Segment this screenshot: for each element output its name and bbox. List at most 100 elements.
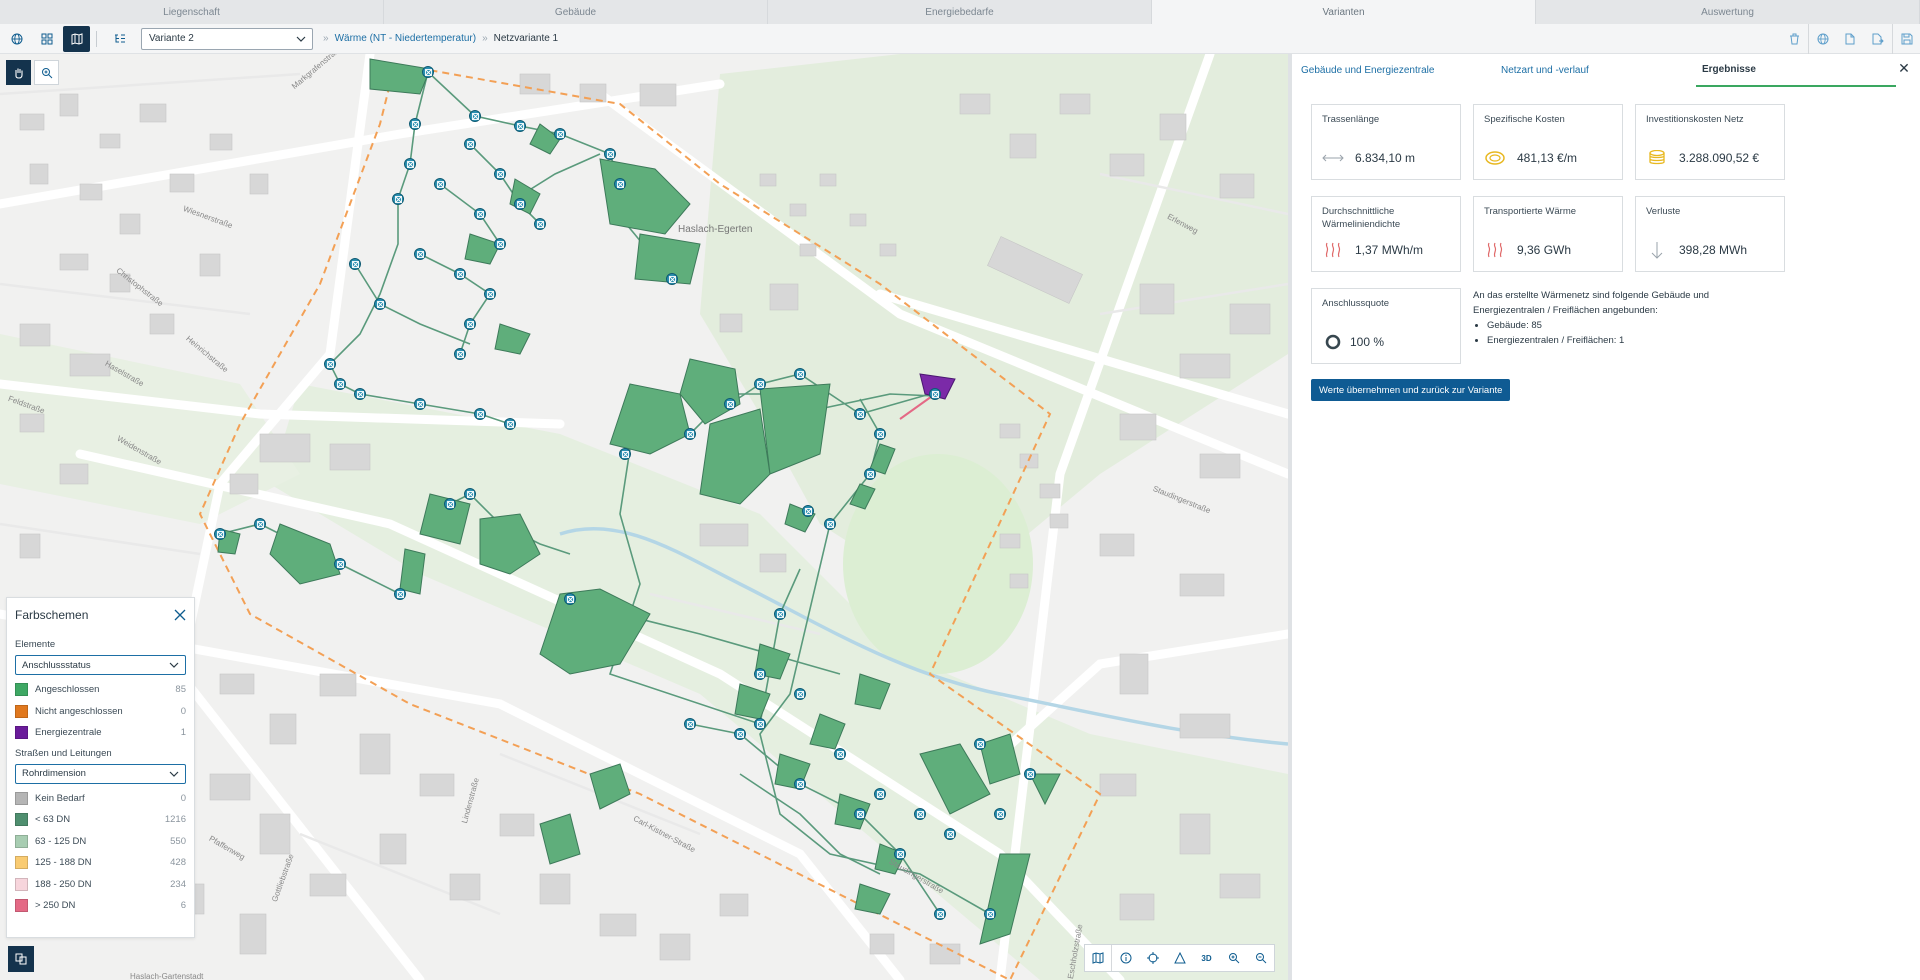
building-connection-icon[interactable] — [514, 198, 526, 210]
info-button[interactable] — [1112, 945, 1139, 971]
building-connection-icon[interactable] — [374, 298, 386, 310]
building-connection-icon[interactable] — [494, 238, 506, 250]
breadcrumb-heat-link[interactable]: Wärme (NT - Niedertemperatur) — [335, 33, 477, 44]
building-connection-icon[interactable] — [454, 348, 466, 360]
tab-energiebedarfe[interactable]: Energiebedarfe — [768, 0, 1152, 24]
building-connection-icon[interactable] — [834, 748, 846, 760]
building-connection-icon[interactable] — [474, 408, 486, 420]
building-connection-icon[interactable] — [794, 688, 806, 700]
globe-export-button[interactable] — [1808, 24, 1836, 54]
zoom-tool-button[interactable] — [34, 60, 59, 85]
building-connection-icon[interactable] — [874, 428, 886, 440]
elements-select[interactable]: Anschlussstatus — [15, 655, 186, 675]
building-connection-icon[interactable] — [349, 258, 361, 270]
building-connection-icon[interactable] — [394, 588, 406, 600]
zoom-out-button[interactable] — [1247, 945, 1274, 971]
variant-select[interactable]: Variante 2 — [141, 27, 313, 50]
tab-varianten[interactable]: Varianten — [1152, 0, 1536, 24]
layers-button[interactable] — [8, 946, 34, 972]
building-connection-icon[interactable] — [794, 778, 806, 790]
building-connection-icon[interactable] — [324, 358, 336, 370]
building-connection-icon[interactable] — [474, 208, 486, 220]
building-connection-icon[interactable] — [422, 66, 434, 78]
building-connection-icon[interactable] — [854, 408, 866, 420]
building-connection-icon[interactable] — [514, 120, 526, 132]
basemap-button[interactable] — [1085, 945, 1112, 971]
building-connection-icon[interactable] — [864, 468, 876, 480]
building-connection-icon[interactable] — [754, 378, 766, 390]
building-connection-icon[interactable] — [409, 118, 421, 130]
building-connection-icon[interactable] — [1024, 768, 1036, 780]
building-connection-icon[interactable] — [504, 418, 516, 430]
building-connection-icon[interactable] — [554, 128, 566, 140]
building-connection-icon[interactable] — [854, 808, 866, 820]
building-connection-icon[interactable] — [404, 158, 416, 170]
building-connection-icon[interactable] — [802, 505, 814, 517]
building-connection-icon[interactable] — [754, 668, 766, 680]
building-connection-icon[interactable] — [334, 558, 346, 570]
building-connection-icon[interactable] — [334, 378, 346, 390]
building-connection-icon[interactable] — [774, 608, 786, 620]
close-icon[interactable] — [174, 609, 186, 621]
tab-buildings-energy-center[interactable]: Gebäude und Energiezentrale — [1292, 54, 1492, 87]
building-connection-icon[interactable] — [484, 288, 496, 300]
building-connection-icon[interactable] — [619, 448, 631, 460]
pan-tool-button[interactable] — [6, 60, 31, 85]
delete-button[interactable] — [1780, 24, 1808, 54]
building-connection-icon[interactable] — [604, 148, 616, 160]
building-connection-icon[interactable] — [754, 718, 766, 730]
globe-view-button[interactable] — [3, 26, 30, 52]
building-connection-icon[interactable] — [464, 138, 476, 150]
building-connection-icon[interactable] — [414, 248, 426, 260]
document-export-button[interactable] — [1864, 24, 1892, 54]
building-connection-icon[interactable] — [824, 518, 836, 530]
tab-gebaeude[interactable]: Gebäude — [384, 0, 768, 24]
building-connection-icon[interactable] — [434, 178, 446, 190]
building-connection-icon[interactable] — [794, 368, 806, 380]
measure-button[interactable] — [1166, 945, 1193, 971]
building-connection-icon[interactable] — [684, 428, 696, 440]
building-connection-icon[interactable] — [414, 398, 426, 410]
close-icon[interactable]: ✕ — [1896, 60, 1912, 76]
building-connection-icon[interactable] — [974, 738, 986, 750]
building-connection-icon[interactable] — [666, 273, 678, 285]
building-connection-icon[interactable] — [444, 498, 456, 510]
streets-select[interactable]: Rohrdimension — [15, 763, 186, 784]
tab-liegenschaft[interactable]: Liegenschaft — [0, 0, 384, 24]
locate-button[interactable] — [1139, 945, 1166, 971]
building-connection-icon[interactable] — [929, 388, 941, 400]
building-connection-icon[interactable] — [464, 488, 476, 500]
building-connection-icon[interactable] — [454, 268, 466, 280]
building-connection-icon[interactable] — [944, 828, 956, 840]
map-view-button[interactable] — [63, 25, 90, 52]
building-connection-icon[interactable] — [392, 193, 404, 205]
tab-auswertung[interactable]: Auswertung — [1536, 0, 1920, 24]
building-connection-icon[interactable] — [874, 788, 886, 800]
document-button[interactable] — [1836, 24, 1864, 54]
tab-network-type[interactable]: Netzart und -verlauf — [1492, 54, 1692, 87]
building-connection-icon[interactable] — [894, 848, 906, 860]
building-connection-icon[interactable] — [469, 110, 481, 122]
3d-button[interactable]: 3D — [1193, 945, 1220, 971]
building-connection-icon[interactable] — [614, 178, 626, 190]
building-connection-icon[interactable] — [984, 908, 996, 920]
building-connection-icon[interactable] — [684, 718, 696, 730]
tree-list-button[interactable] — [106, 26, 133, 52]
building-connection-icon[interactable] — [254, 518, 266, 530]
building-connection-icon[interactable] — [214, 528, 226, 540]
building-connection-icon[interactable] — [354, 388, 366, 400]
building-connection-icon[interactable] — [534, 218, 546, 230]
tab-results[interactable]: Ergebnisse — [1696, 54, 1896, 87]
building-view-button[interactable] — [33, 26, 60, 52]
building-connection-icon[interactable] — [994, 808, 1006, 820]
save-button[interactable] — [1892, 24, 1920, 54]
building-connection-icon[interactable] — [464, 318, 476, 330]
zoom-in-button[interactable] — [1220, 945, 1247, 971]
building-connection-icon[interactable] — [914, 808, 926, 820]
building-connection-icon[interactable] — [564, 593, 576, 605]
building-connection-icon[interactable] — [934, 908, 946, 920]
apply-values-button[interactable]: Werte übernehmen und zurück zur Variante — [1311, 379, 1511, 401]
map-canvas[interactable]: Haslach-Egerten Markgrafenstraße Wiesner… — [0, 54, 1288, 980]
building-connection-icon[interactable] — [724, 398, 736, 410]
building-connection-icon[interactable] — [734, 728, 746, 740]
